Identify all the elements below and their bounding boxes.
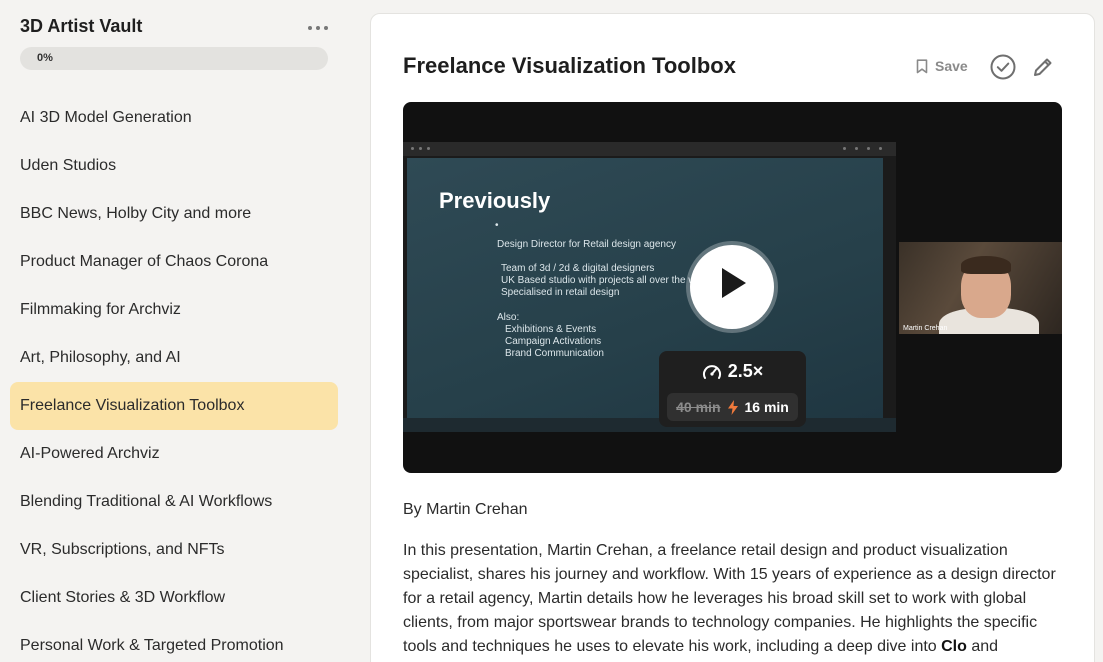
description-bold: Clo — [941, 638, 967, 655]
accelerated-duration: 16 min — [744, 399, 789, 415]
lesson-label: AI 3D Model Generation — [20, 109, 192, 126]
lesson-panel: Freelance Visualization Toolbox Save Pre… — [370, 13, 1095, 662]
slide-line: UK Based studio with projects all over t… — [501, 275, 696, 286]
save-button[interactable]: Save — [916, 58, 968, 74]
description-text-end: and — [966, 638, 999, 655]
page-title: Freelance Visualization Toolbox — [403, 53, 736, 78]
progress-label: 0% — [37, 52, 53, 64]
presenter-hair — [961, 256, 1011, 274]
lesson-label: AI-Powered Archviz — [20, 445, 160, 462]
lesson-label: Art, Philosophy, and AI — [20, 349, 181, 366]
lesson-label: Personal Work & Targeted Promotion — [20, 637, 284, 654]
lesson-item[interactable]: Blending Traditional & AI Workflows — [10, 478, 338, 526]
lesson-item[interactable]: Product Manager of Chaos Corona — [10, 238, 338, 286]
slide-line: Brand Communication — [505, 348, 604, 359]
lesson-label: Client Stories & 3D Workflow — [20, 589, 226, 606]
lesson-item[interactable]: Uden Studios — [10, 142, 338, 190]
screen-taskbar — [403, 418, 896, 432]
shared-screen: Previously • Design Director for Retail … — [403, 142, 896, 432]
screen-toolbar — [403, 142, 896, 156]
lesson-item[interactable]: AI 3D Model Generation — [10, 94, 338, 142]
lesson-item[interactable]: Personal Work & Targeted Promotion — [10, 622, 338, 662]
slide-role: Design Director for Retail design agency — [497, 239, 676, 250]
slide-line: Team of 3d / 2d & digital designers — [501, 263, 655, 274]
sidebar-header: 3D Artist Vault — [20, 16, 328, 37]
lesson-label: Product Manager of Chaos Corona — [20, 253, 269, 270]
lesson-item[interactable]: Filmmaking for Archviz — [10, 286, 338, 334]
presentation-slide: Previously • Design Director for Retail … — [407, 158, 883, 418]
course-title: 3D Artist Vault — [20, 16, 143, 36]
slide-heading: Previously — [439, 188, 551, 213]
slide-bullet: • — [495, 220, 499, 231]
lesson-description: In this presentation, Martin Crehan, a f… — [403, 539, 1068, 659]
lesson-label: Blending Traditional & AI Workflows — [20, 493, 273, 510]
more-options-icon[interactable] — [308, 18, 328, 38]
lesson-label: Uden Studios — [20, 157, 117, 174]
mark-complete-button[interactable] — [990, 54, 1016, 80]
lesson-item[interactable]: VR, Subscriptions, and NFTs — [10, 526, 338, 574]
play-icon — [722, 268, 746, 298]
lesson-label: Freelance Visualization Toolbox — [20, 397, 245, 414]
lesson-label: VR, Subscriptions, and NFTs — [20, 541, 225, 558]
lesson-label: BBC News, Holby City and more — [20, 205, 252, 222]
edit-button[interactable] — [1031, 55, 1055, 79]
webcam-name-label: Martin Crehan — [903, 325, 948, 332]
lesson-item-active[interactable]: Freelance Visualization Toolbox — [10, 382, 338, 430]
author-line: By Martin Crehan — [403, 501, 528, 518]
lesson-item[interactable]: Client Stories & 3D Workflow — [10, 574, 338, 622]
slide-also: Also: — [497, 312, 520, 323]
time-saved-row: 40 min 16 min — [667, 393, 798, 421]
slide-line: Campaign Activations — [505, 336, 602, 347]
course-progress-bar: 0% — [20, 47, 328, 70]
bookmark-icon — [916, 58, 928, 73]
lightning-icon — [727, 399, 738, 415]
speedometer-icon — [702, 364, 721, 379]
pencil-icon — [1034, 58, 1052, 76]
playback-speed-card[interactable]: 2.5× 40 min 16 min — [659, 351, 806, 427]
lesson-item[interactable]: BBC News, Holby City and more — [10, 190, 338, 238]
slide-line: Specialised in retail design — [501, 287, 620, 298]
save-label: Save — [935, 58, 968, 74]
original-duration: 40 min — [676, 399, 721, 415]
speed-row: 2.5× — [659, 361, 806, 382]
lesson-item[interactable]: AI-Powered Archviz — [10, 430, 338, 478]
webcam-feed: Martin Crehan — [899, 242, 1062, 334]
check-circle-icon — [990, 54, 1016, 80]
lesson-item[interactable]: Art, Philosophy, and AI — [10, 334, 338, 382]
video-player[interactable]: Previously • Design Director for Retail … — [403, 102, 1062, 473]
slide-line: Exhibitions & Events — [505, 324, 597, 335]
play-button[interactable] — [686, 241, 778, 333]
speed-value: 2.5× — [727, 361, 764, 381]
sidebar: 3D Artist Vault 0% AI 3D Model Generatio… — [0, 0, 350, 662]
lesson-label: Filmmaking for Archviz — [20, 301, 181, 318]
lesson-list: AI 3D Model Generation Uden Studios BBC … — [10, 94, 338, 662]
